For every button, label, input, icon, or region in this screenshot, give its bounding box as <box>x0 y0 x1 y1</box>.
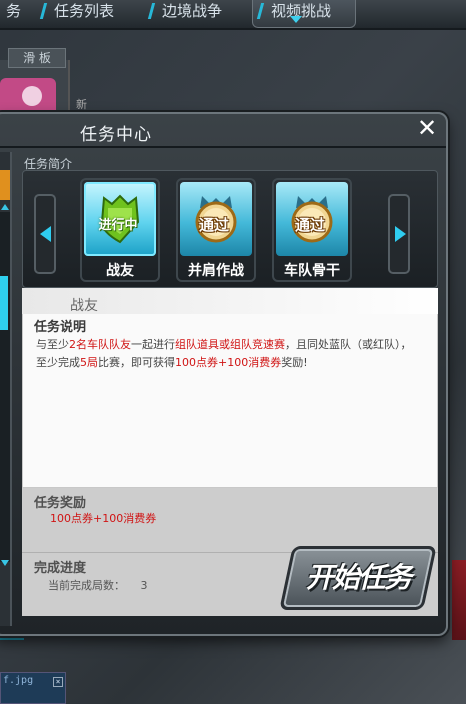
task-card-label: 车队骨干 <box>284 263 340 279</box>
chevron-down-icon <box>290 16 302 23</box>
scroll-thumb[interactable] <box>0 276 8 330</box>
nav-item-border-war[interactable]: 边境战争 <box>144 0 248 28</box>
top-navigation: 务 任务列表 边境战争 视频挑战 <box>0 0 466 30</box>
arrow-right-icon <box>395 226 406 242</box>
background-decoration <box>452 560 466 640</box>
reward-value: 100点券+100消费券 <box>50 512 157 525</box>
background-tab[interactable]: 滑 板 <box>8 48 66 68</box>
scroll-up-icon[interactable] <box>1 204 9 210</box>
task-card-team-backbone[interactable]: 通过 车队骨干 <box>272 178 352 282</box>
close-icon[interactable]: × <box>53 677 63 687</box>
task-description: 与至少2名车队队友一起进行组队道具或组队竞速赛，且同处蓝队（或红队），至少完成5… <box>36 336 416 372</box>
progress-title: 完成进度 <box>34 561 87 576</box>
background-file-label: f.jpg <box>3 675 34 686</box>
task-status-badge: 通过 <box>294 216 325 234</box>
selected-task-name: 战友 <box>70 298 98 314</box>
left-scroll-column <box>0 152 12 626</box>
close-button[interactable]: ✕ <box>416 116 438 140</box>
carousel-prev-button[interactable] <box>34 194 56 274</box>
background-file-window: f.jpg × <box>0 672 66 704</box>
carousel-next-button[interactable] <box>388 194 410 274</box>
scroll-track[interactable] <box>0 212 10 562</box>
background-side-label: 新 <box>76 98 87 111</box>
description-title: 任务说明 <box>34 320 87 335</box>
description-highlight: 5局 <box>80 356 98 369</box>
dialog-title: 任务中心 <box>80 125 152 145</box>
task-card-label: 并肩作战 <box>188 263 244 279</box>
task-status-badge: 通过 <box>198 216 229 234</box>
progress-count: 3 <box>140 579 148 592</box>
task-card-comrade[interactable]: 进行中 战友 <box>80 178 160 282</box>
arrow-left-icon <box>40 226 51 242</box>
task-card-label: 战友 <box>106 263 134 279</box>
description-text: 与至少 <box>36 338 69 351</box>
description-highlight: 组队道具或组队竞速赛 <box>175 338 285 351</box>
task-card-side-by-side[interactable]: 通过 并肩作战 <box>176 178 256 282</box>
description-highlight: 100点券+100消费券 <box>175 356 282 369</box>
nav-item-task-list[interactable]: 任务列表 <box>36 0 140 28</box>
progress-label: 当前完成局数： <box>48 579 125 592</box>
description-text: 奖励! <box>281 356 308 369</box>
description-text: 比赛，即可获得 <box>98 356 175 369</box>
scroll-down-icon[interactable] <box>1 560 9 566</box>
task-status-badge: 进行中 <box>98 218 138 233</box>
avatar <box>0 78 56 116</box>
start-button-label: 开始任务 <box>305 561 412 594</box>
divider <box>0 146 446 148</box>
left-tab-marker <box>0 170 10 200</box>
nav-item-task[interactable]: 务 <box>0 0 28 28</box>
description-highlight: 2名车队队友 <box>69 338 131 351</box>
description-text: 一起进行 <box>131 338 175 351</box>
reward-title: 任务奖励 <box>34 496 87 511</box>
progress-readout: 当前完成局数： 3 <box>48 577 148 593</box>
nav-item-video-challenge[interactable]: 视频挑战 <box>252 0 356 28</box>
start-task-button[interactable]: 开始任务 <box>279 546 437 610</box>
